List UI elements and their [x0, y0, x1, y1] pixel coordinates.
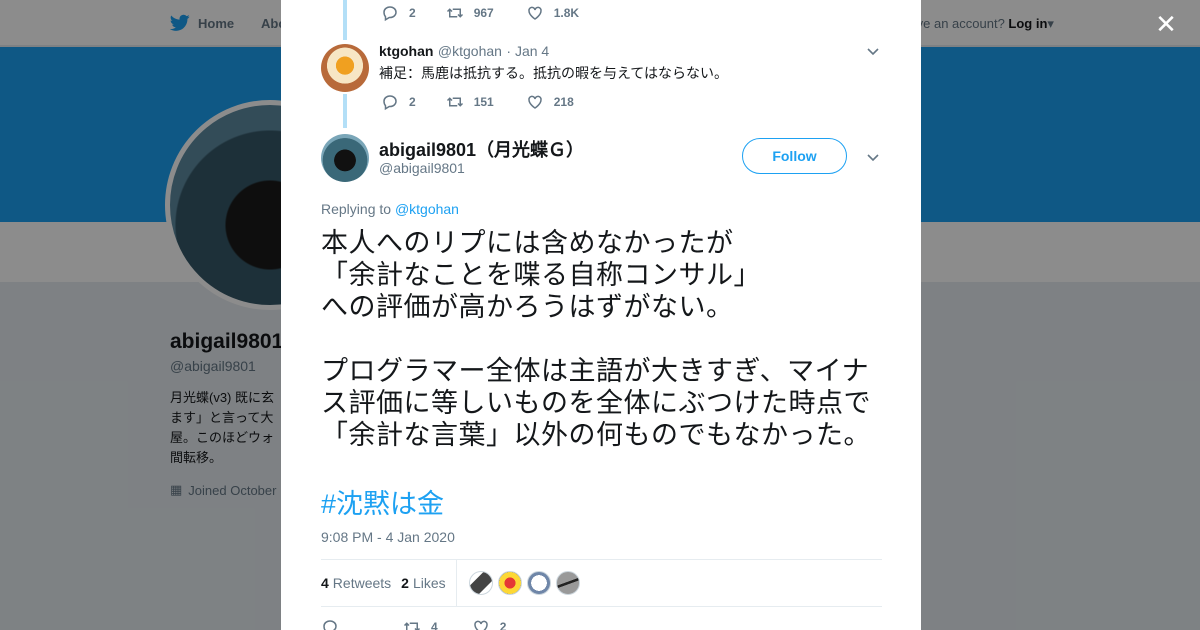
tweet2-handle[interactable]: @ktgohan	[438, 43, 502, 59]
abigail-avatar[interactable]	[321, 134, 369, 182]
tweet-modal: 2 967 1.8K ktgohan @ktgohan · Jan 4 補足：馬…	[281, 0, 921, 630]
retweet-icon	[446, 8, 463, 18]
likes-stat[interactable]: 2 Likes	[401, 575, 445, 591]
liker-avatar[interactable]	[526, 571, 551, 595]
reply-count: 2	[409, 95, 416, 109]
like-button[interactable]: 2	[472, 618, 507, 630]
reply-button[interactable]: 2	[381, 93, 416, 111]
reply-icon	[323, 620, 337, 630]
like-count: 2	[499, 620, 507, 630]
tweet-stats: 4 Retweets 2 Likes	[321, 560, 580, 606]
retweets-count: 4	[321, 575, 329, 591]
reply-button[interactable]: 2	[381, 4, 416, 22]
divider	[321, 606, 882, 607]
likes-label: Likes	[412, 575, 446, 591]
tweet2-actions: 2 151 218	[381, 93, 594, 111]
tweet1-actions: 2 967 1.8K	[381, 4, 599, 22]
tweet-timestamp[interactable]: 9:08 PM - 4 Jan 2020	[321, 529, 455, 545]
tweet2-header: ktgohan @ktgohan · Jan 4	[379, 43, 549, 61]
retweet-button[interactable]: 967	[446, 4, 494, 22]
thread-line	[343, 94, 347, 128]
thread-line	[343, 0, 347, 40]
stats-separator	[455, 560, 457, 606]
replying-prefix: Replying to	[321, 201, 392, 217]
liker-avatars	[468, 571, 580, 595]
retweet-button[interactable]: 4	[403, 618, 438, 630]
retweet-count: 4	[431, 620, 438, 630]
heart-icon	[527, 95, 542, 109]
replying-to: Replying to @ktgohan	[321, 201, 459, 217]
liker-avatar[interactable]	[468, 571, 493, 595]
tweet2-date[interactable]: · Jan 4	[506, 43, 549, 59]
tweet2-name[interactable]: ktgohan	[379, 43, 433, 59]
chevron-down-icon[interactable]	[866, 44, 880, 58]
heart-icon	[473, 620, 488, 630]
hashtag-link[interactable]: #沈黙は金	[321, 482, 444, 521]
like-count: 1.8K	[553, 6, 580, 20]
ktgohan-avatar[interactable]	[321, 44, 369, 92]
main-tweet-text: 本人へのリプには含めなかったが 「余計なことを喋る自称コンサル」 への評価が高か…	[321, 228, 871, 450]
reply-icon	[383, 95, 397, 111]
close-icon[interactable]: ✕	[1154, 11, 1178, 37]
reply-button[interactable]	[321, 618, 349, 630]
main-tweet-handle[interactable]: @abigail9801	[379, 160, 465, 176]
retweets-label: Retweets	[332, 575, 392, 591]
liker-avatar[interactable]	[555, 571, 580, 595]
retweet-icon	[446, 97, 463, 107]
retweet-icon	[403, 622, 421, 630]
tweet2-text: 補足：馬鹿は抵抗する。抵抗の暇を与えてはならない。	[379, 65, 729, 81]
heart-icon	[527, 6, 542, 20]
reply-icon	[383, 6, 397, 22]
liker-avatar[interactable]	[497, 571, 522, 595]
retweet-count: 967	[473, 6, 494, 20]
likes-count: 2	[401, 575, 409, 591]
reply-count: 2	[409, 6, 416, 20]
like-button[interactable]: 1.8K	[526, 4, 579, 22]
replying-to-link[interactable]: @ktgohan	[395, 201, 459, 217]
like-count: 218	[553, 95, 574, 109]
retweet-count: 151	[473, 95, 494, 109]
main-tweet-name[interactable]: abigail9801（月光蝶Ｇ）	[379, 136, 584, 162]
chevron-down-icon[interactable]	[866, 150, 880, 164]
retweet-button[interactable]: 151	[446, 93, 494, 111]
like-button[interactable]: 218	[526, 93, 574, 111]
follow-button[interactable]: Follow	[742, 138, 847, 174]
main-tweet-actions: 4 2	[321, 618, 526, 630]
retweets-stat[interactable]: 4 Retweets	[321, 575, 391, 591]
